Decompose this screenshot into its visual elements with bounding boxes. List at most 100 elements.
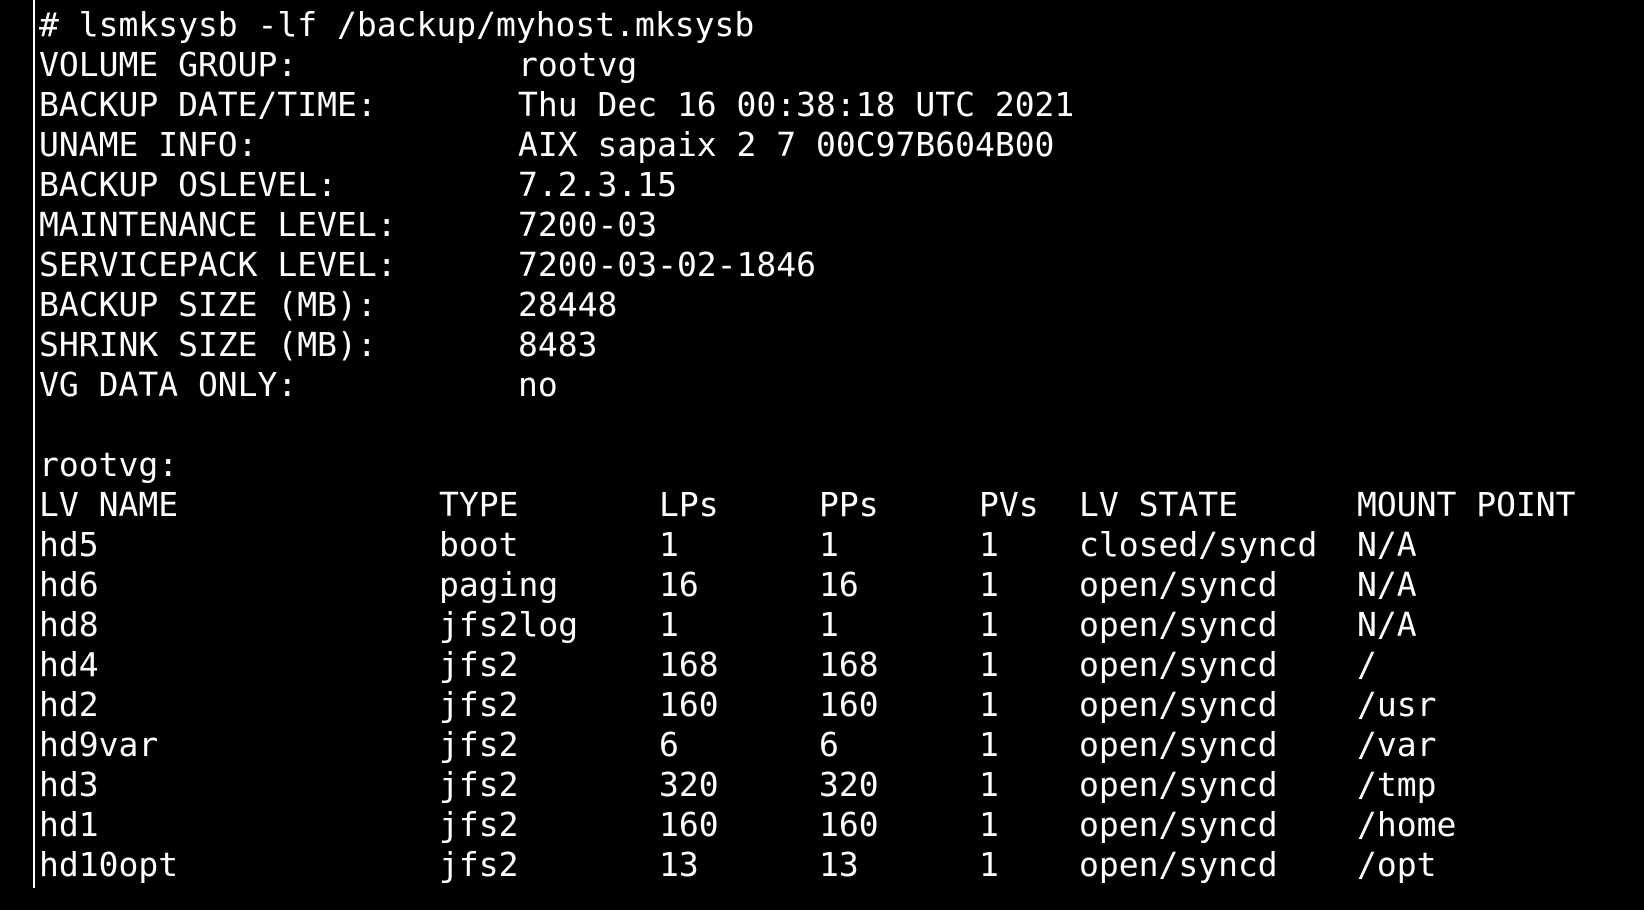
table-row: hd9var jfs2 6 6 1 open/syncd /var	[39, 725, 1644, 765]
volume-group-heading: rootvg:	[39, 445, 179, 484]
table-row: hd3 jfs2 320 320 1 open/syncd /tmp	[39, 765, 1644, 805]
lv-name-cell: hd10opt	[39, 845, 179, 884]
info-value: no	[518, 365, 558, 404]
command-line: # lsmksysb -lf /backup/myhost.mksysb	[39, 5, 1644, 45]
mount-point-cell: /home	[1357, 805, 1457, 844]
table-row: hd10opt jfs2 13 13 1 open/syncd /opt	[39, 845, 1644, 885]
lv-state-cell: open/syncd	[1079, 725, 1278, 764]
info-row: UNAME INFO: AIX sapaix 2 7 00C97B604B00	[39, 125, 1644, 165]
lps-cell: 1	[659, 605, 679, 644]
table-row: hd1 jfs2 160 160 1 open/syncd /home	[39, 805, 1644, 845]
terminal-left-border	[33, 0, 35, 888]
info-label: SERVICEPACK LEVEL:	[39, 245, 397, 284]
command-text: # lsmksysb -lf /backup/myhost.mksysb	[39, 5, 755, 44]
lv-name-cell: hd3	[39, 765, 99, 804]
lv-name-cell: hd9var	[39, 725, 159, 764]
pps-cell: 160	[819, 685, 879, 724]
info-value: 7.2.3.15	[518, 165, 677, 204]
lv-state-cell: closed/syncd	[1079, 525, 1318, 564]
column-header-lps: LPs	[659, 485, 719, 524]
mount-point-cell: /var	[1357, 725, 1437, 764]
type-cell: jfs2log	[439, 605, 579, 644]
table-row: hd8 jfs2log 1 1 1 open/syncd N/A	[39, 605, 1644, 645]
info-value: 8483	[518, 325, 598, 364]
column-header-mount-point: MOUNT POINT	[1357, 485, 1576, 524]
pps-cell: 16	[819, 565, 859, 604]
lv-state-cell: open/syncd	[1079, 685, 1278, 724]
lv-name-cell: hd1	[39, 805, 99, 844]
column-header-pps: PPs	[819, 485, 879, 524]
table-row: hd5 boot 1 1 1 closed/syncd N/A	[39, 525, 1644, 565]
column-header-pvs: PVs	[979, 485, 1039, 524]
info-value: AIX sapaix 2 7 00C97B604B00	[518, 125, 1055, 164]
info-row: BACKUP OSLEVEL: 7.2.3.15	[39, 165, 1644, 205]
lps-cell: 320	[659, 765, 719, 804]
lps-cell: 13	[659, 845, 699, 884]
info-row: VG DATA ONLY: no	[39, 365, 1644, 405]
info-row: SERVICEPACK LEVEL: 7200-03-02-1846	[39, 245, 1644, 285]
terminal-window[interactable]: # lsmksysb -lf /backup/myhost.mksysb VOL…	[0, 0, 1644, 910]
lps-cell: 160	[659, 805, 719, 844]
lv-state-cell: open/syncd	[1079, 605, 1278, 644]
lps-cell: 1	[659, 525, 679, 564]
info-label: BACKUP DATE/TIME:	[39, 85, 377, 124]
type-cell: jfs2	[439, 765, 519, 804]
lv-name-cell: hd8	[39, 605, 99, 644]
mount-point-cell: /	[1357, 645, 1377, 684]
lv-state-cell: open/syncd	[1079, 845, 1278, 884]
info-label: BACKUP SIZE (MB):	[39, 285, 377, 324]
info-row: BACKUP SIZE (MB): 28448	[39, 285, 1644, 325]
pps-cell: 1	[819, 605, 839, 644]
info-row: VOLUME GROUP: rootvg	[39, 45, 1644, 85]
type-cell: boot	[439, 525, 519, 564]
pvs-cell: 1	[979, 565, 999, 604]
lv-name-cell: hd4	[39, 645, 99, 684]
info-value: rootvg	[518, 45, 638, 84]
pps-cell: 1	[819, 525, 839, 564]
pvs-cell: 1	[979, 845, 999, 884]
terminal-output: # lsmksysb -lf /backup/myhost.mksysb VOL…	[39, 5, 1644, 885]
type-cell: jfs2	[439, 685, 519, 724]
mount-point-cell: N/A	[1357, 605, 1417, 644]
lv-state-cell: open/syncd	[1079, 765, 1278, 804]
table-row: hd6 paging 16 16 1 open/syncd N/A	[39, 565, 1644, 605]
table-header-row: LV NAME TYPE LPs PPs PVs LV STATE MOUNT …	[39, 485, 1644, 525]
lps-cell: 6	[659, 725, 679, 764]
pvs-cell: 1	[979, 805, 999, 844]
column-header-lv-name: LV NAME	[39, 485, 179, 524]
table-row: hd2 jfs2 160 160 1 open/syncd /usr	[39, 685, 1644, 725]
mount-point-cell: /tmp	[1357, 765, 1437, 804]
info-row: MAINTENANCE LEVEL: 7200-03	[39, 205, 1644, 245]
pvs-cell: 1	[979, 765, 999, 804]
info-value: 28448	[518, 285, 618, 324]
mount-point-cell: /opt	[1357, 845, 1437, 884]
lps-cell: 16	[659, 565, 699, 604]
lv-name-cell: hd6	[39, 565, 99, 604]
mount-point-cell: N/A	[1357, 565, 1417, 604]
info-value: 7200-03	[518, 205, 658, 244]
pps-cell: 168	[819, 645, 879, 684]
info-value: Thu Dec 16 00:38:18 UTC 2021	[518, 85, 1075, 124]
pvs-cell: 1	[979, 645, 999, 684]
pps-cell: 160	[819, 805, 879, 844]
lps-cell: 168	[659, 645, 719, 684]
volume-group-heading-line: rootvg:	[39, 445, 1644, 485]
table-row: hd4 jfs2 168 168 1 open/syncd /	[39, 645, 1644, 685]
lv-name-cell: hd5	[39, 525, 99, 564]
info-label: UNAME INFO:	[39, 125, 258, 164]
pps-cell: 320	[819, 765, 879, 804]
mount-point-cell: N/A	[1357, 525, 1417, 564]
column-header-lv-state: LV STATE	[1079, 485, 1238, 524]
info-label: VG DATA ONLY:	[39, 365, 298, 404]
type-cell: paging	[439, 565, 559, 604]
info-label: SHRINK SIZE (MB):	[39, 325, 377, 364]
info-value: 7200-03-02-1846	[518, 245, 817, 284]
info-label: MAINTENANCE LEVEL:	[39, 205, 397, 244]
info-row: BACKUP DATE/TIME: Thu Dec 16 00:38:18 UT…	[39, 85, 1644, 125]
type-cell: jfs2	[439, 645, 519, 684]
lv-state-cell: open/syncd	[1079, 645, 1278, 684]
type-cell: jfs2	[439, 845, 519, 884]
type-cell: jfs2	[439, 725, 519, 764]
info-label: VOLUME GROUP:	[39, 45, 298, 84]
